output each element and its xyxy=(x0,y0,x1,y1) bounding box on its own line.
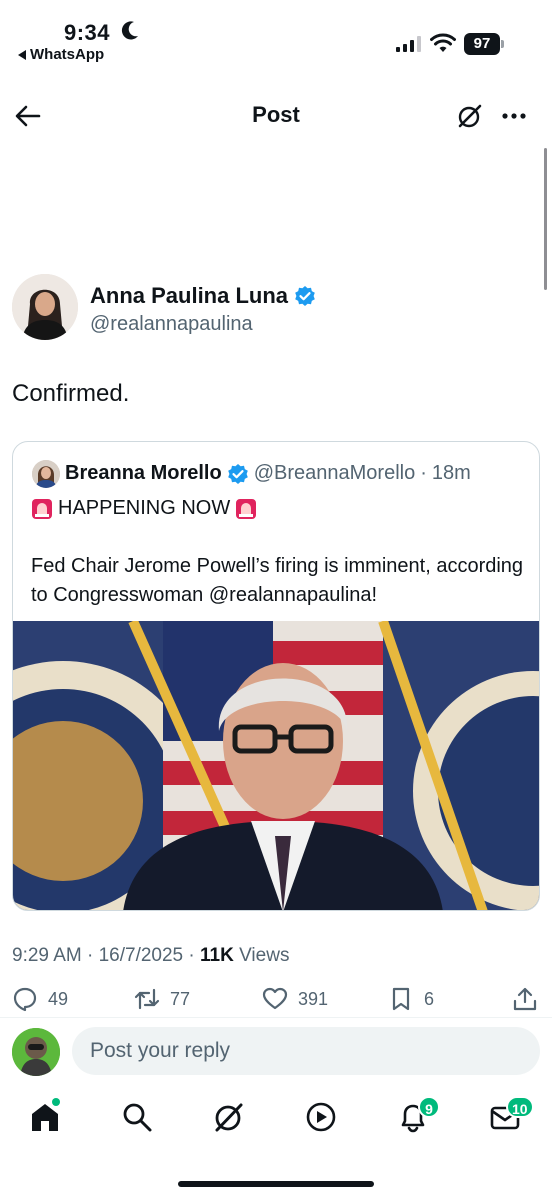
more-options-icon[interactable] xyxy=(500,102,528,130)
siren-icon xyxy=(32,499,52,519)
actions-divider xyxy=(0,1017,552,1018)
author-name-row: Anna Paulina Luna xyxy=(90,283,316,309)
search-icon xyxy=(123,1103,152,1132)
author-handle[interactable]: @realannapaulina xyxy=(90,313,253,336)
post-text: Confirmed. xyxy=(12,380,130,407)
wifi-icon xyxy=(430,33,456,52)
share-icon xyxy=(513,987,537,1011)
battery-indicator: 97 xyxy=(464,33,504,55)
back-app-label: WhatsApp xyxy=(30,46,105,63)
like-count: 391 xyxy=(298,988,329,1009)
quoted-headline: HAPPENING NOW xyxy=(58,496,231,519)
views-count: 11K xyxy=(200,945,234,966)
post-timestamp: 9:29 AM · 16/7/2025 · xyxy=(12,945,201,966)
quoted-post-photo[interactable] xyxy=(13,621,540,911)
siren-icon xyxy=(236,499,257,519)
quoted-post-header: Breanna Morello @BreannaMorello · 18m xyxy=(65,462,471,485)
status-bar: 9:34 WhatsApp 97 xyxy=(0,0,552,70)
author-portrait xyxy=(12,274,78,340)
play-icon xyxy=(306,1102,336,1132)
scrollbar[interactable] xyxy=(544,148,547,290)
repost-button[interactable]: 77 xyxy=(134,986,190,1012)
current-user-avatar[interactable] xyxy=(12,1028,60,1076)
battery-level: 97 xyxy=(464,33,500,55)
quoted-author-handle: @BreannaMorello xyxy=(253,462,416,484)
quoted-post-time: 18m xyxy=(431,462,471,484)
share-button[interactable] xyxy=(512,986,538,1012)
verified-badge-icon xyxy=(227,463,248,484)
grok-icon[interactable] xyxy=(456,102,484,130)
post-meta: 9:29 AM · 16/7/2025 · 11K Views xyxy=(12,945,289,967)
back-to-app-button[interactable]: WhatsApp xyxy=(18,46,104,63)
bookmark-icon xyxy=(392,987,410,1011)
like-button[interactable]: 391 xyxy=(262,986,328,1012)
quoted-post-card[interactable]: Breanna Morello @BreannaMorello · 18m HA… xyxy=(12,441,540,911)
reply-count: 49 xyxy=(48,988,69,1009)
messages-badge: 10 xyxy=(506,1096,534,1118)
views-label: Views xyxy=(233,945,290,966)
repost-count: 77 xyxy=(170,988,191,1009)
author-avatar[interactable] xyxy=(12,274,78,340)
bookmark-button[interactable]: 6 xyxy=(388,986,434,1012)
moon-icon xyxy=(121,21,138,40)
home-indicator[interactable] xyxy=(178,1181,374,1187)
top-header: Post xyxy=(0,88,552,144)
reply-input[interactable] xyxy=(72,1027,540,1075)
quoted-author-name: Breanna Morello xyxy=(65,462,222,484)
current-user-picture xyxy=(12,1028,60,1076)
nav-grok[interactable] xyxy=(212,1100,246,1134)
quoted-post-text: Fed Chair Jerome Powell’s firing is immi… xyxy=(31,555,524,606)
reply-button[interactable]: 49 xyxy=(12,986,68,1012)
nav-video[interactable] xyxy=(304,1100,338,1134)
reply-icon xyxy=(13,987,37,1012)
nav-search[interactable] xyxy=(120,1100,154,1134)
bottom-navigation xyxy=(0,1094,552,1144)
battery-cap xyxy=(501,40,504,48)
home-unread-dot xyxy=(52,1098,60,1106)
status-time: 9:34 xyxy=(64,20,111,45)
heart-icon xyxy=(262,987,288,1010)
cellular-signal-icon xyxy=(396,36,421,52)
repost-icon xyxy=(134,988,160,1010)
verified-badge-icon xyxy=(295,286,315,306)
grok-icon xyxy=(215,1103,243,1132)
notifications-badge: 9 xyxy=(418,1096,440,1118)
author-name[interactable]: Anna Paulina Luna xyxy=(90,283,288,309)
quoted-headline-row: HAPPENING NOW xyxy=(31,496,257,520)
bookmark-count: 6 xyxy=(424,988,435,1009)
quoted-separator: · xyxy=(420,462,427,484)
quoted-author-avatar xyxy=(32,460,60,488)
post-actions: 49 77 391 6 xyxy=(0,986,552,1020)
back-triangle-icon xyxy=(18,49,26,60)
quoted-author-portrait xyxy=(32,460,60,488)
